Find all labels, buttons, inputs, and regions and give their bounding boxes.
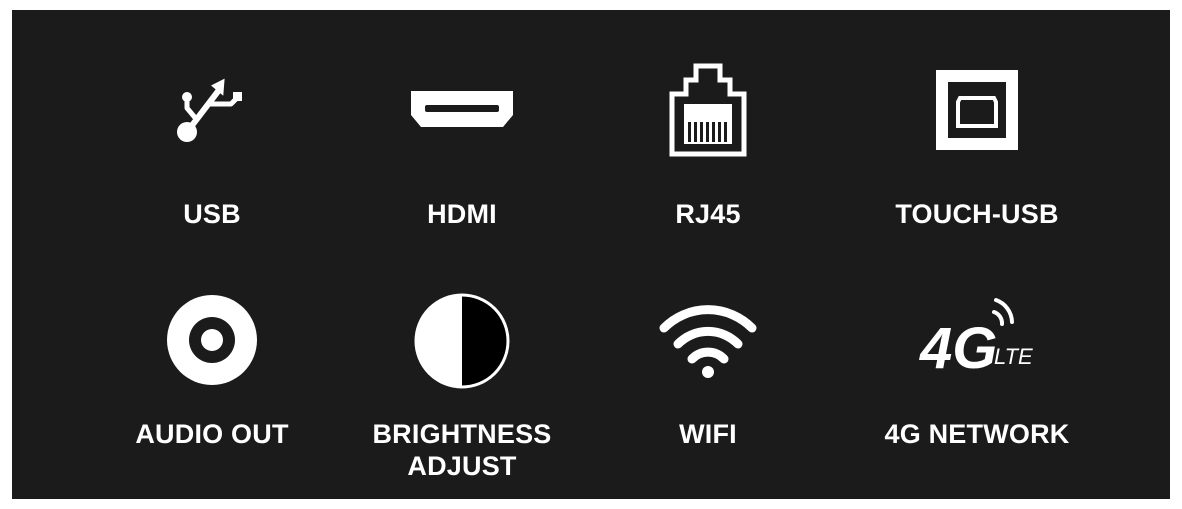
feature-label: BRIGHTNESS ADJUST — [372, 419, 552, 481]
feature-label: TOUCH-USB — [895, 199, 1059, 229]
4g-lte-icon: 4G LTE — [912, 290, 1042, 380]
ethernet-port-icon — [668, 58, 748, 158]
brightness-half-circle-icon — [412, 291, 512, 391]
feature-label: RJ45 — [675, 199, 741, 229]
feature-label: HDMI — [427, 199, 497, 229]
feature-panel: USB HDMI RJ45 TOUCH-USB AUDIO OUT BRIGHT… — [12, 10, 1170, 499]
feature-label: 4G NETWORK — [884, 419, 1070, 449]
hdmi-port-icon — [407, 85, 517, 135]
usb-b-port-icon — [934, 68, 1020, 152]
usb-icon — [167, 70, 257, 150]
wifi-icon — [658, 300, 758, 380]
feature-label: USB — [183, 199, 241, 229]
svg-text:4G: 4G — [919, 316, 997, 380]
feature-label: WIFI — [679, 419, 737, 449]
audio-jack-icon — [165, 293, 259, 387]
svg-text:LTE: LTE — [994, 344, 1033, 369]
feature-label: AUDIO OUT — [135, 419, 289, 449]
